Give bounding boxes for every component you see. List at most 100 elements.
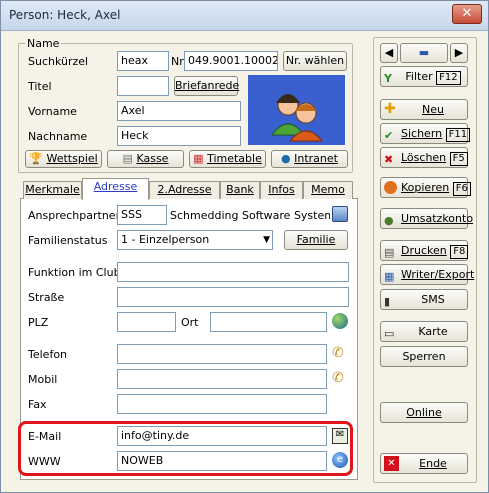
intranet-button[interactable]: ● Intranet [271, 150, 348, 168]
umsatzkonto-label: Umsatzkonto [401, 212, 474, 225]
person-avatar [248, 75, 345, 145]
kasse-button[interactable]: ▤ Kasse [107, 150, 184, 168]
kopieren-shortcut: F6 [452, 182, 471, 196]
trophy-icon: 🏆 [29, 152, 43, 165]
plz-input[interactable] [117, 312, 176, 332]
neu-button[interactable]: ✚ Neu [380, 99, 468, 120]
ende-button[interactable]: ✕ Ende [380, 453, 468, 474]
vorname-label: Vorname [28, 105, 77, 118]
karte-label: Karte [418, 325, 448, 338]
telefon-input[interactable] [117, 344, 327, 364]
timetable-button[interactable]: ▦ Timetable [189, 150, 266, 168]
close-button[interactable]: ✕ [452, 4, 482, 24]
sms-label: SMS [421, 293, 445, 306]
familie-label: Familie [296, 233, 336, 246]
record-navigator-button[interactable]: ▬ [400, 43, 448, 63]
window-title: Person: Heck, Axel [9, 8, 121, 22]
loeschen-shortcut: F5 [449, 152, 468, 166]
writer-export-button[interactable]: ▦ Writer/Export [380, 264, 475, 285]
kopieren-button[interactable]: Kopieren F6 [380, 177, 471, 198]
titel-label: Titel [28, 80, 52, 93]
tab-memo[interactable]: Memo [303, 181, 353, 199]
funktion-input[interactable] [117, 262, 349, 282]
filter-icon: Y [384, 72, 392, 85]
tab-infos[interactable]: Infos [260, 181, 303, 199]
familienstatus-select[interactable]: 1 - Einzelperson ▼ [117, 230, 273, 250]
umsatzkonto-button[interactable]: ● Umsatzkonto [380, 208, 474, 229]
neu-label: Neu [422, 103, 444, 116]
filter-shortcut: F12 [436, 71, 461, 85]
arrow-left-icon: ◀ [384, 46, 394, 59]
delete-icon: ✖ [384, 153, 394, 166]
person-window: Person: Heck, Axel ✕ Name Suchkürzel hea… [0, 0, 489, 493]
writer-export-label: Writer/Export [401, 268, 475, 281]
tab-merkmale[interactable]: Merkmale [23, 181, 82, 199]
calendar-icon: ▦ [193, 152, 204, 165]
printer-icon: ▤ [384, 246, 395, 259]
arrow-right-icon: ▶ [454, 46, 464, 59]
titel-input[interactable] [117, 76, 169, 96]
filter-button[interactable]: Y Filter F12 [380, 66, 468, 87]
cash-icon: ▤ [122, 152, 133, 165]
contact-card-icon[interactable] [332, 206, 348, 222]
nachname-input[interactable]: Heck [117, 126, 241, 146]
exit-icon: ✕ [384, 456, 399, 471]
sichern-label: Sichern [401, 127, 443, 140]
checkmark-icon: ✔ [384, 129, 394, 142]
wettspiel-button[interactable]: 🏆 Wettspiel [25, 150, 102, 168]
close-icon: ✕ [461, 6, 473, 21]
briefanrede-button[interactable]: Briefanrede [174, 76, 239, 96]
drucken-label: Drucken [401, 244, 447, 257]
intranet-label: Intranet [294, 152, 338, 165]
phone-icon[interactable]: ✆ [332, 345, 348, 361]
ansprechpartner-name: Schmedding Software Systeme Gr [170, 209, 330, 222]
mobile-icon: ▮ [384, 295, 391, 308]
kasse-label: Kasse [136, 152, 169, 165]
strasse-label: Straße [28, 291, 65, 304]
tab-2-adresse[interactable]: 2.Adresse [149, 181, 220, 199]
sperren-button[interactable]: Sperren [380, 346, 468, 367]
sichern-button[interactable]: ✔ Sichern F11 [380, 123, 471, 144]
chevron-down-icon: ▼ [263, 235, 270, 245]
karte-button[interactable]: ▭ Karte [380, 321, 468, 342]
filter-label: Filter [405, 70, 433, 83]
previous-button[interactable]: ◀ [380, 43, 398, 63]
nr-input[interactable]: 049.9001.100022 [184, 51, 278, 71]
timetable-label: Timetable [207, 152, 262, 165]
navigator-icon: ▬ [418, 46, 430, 59]
money-icon: ● [384, 214, 394, 227]
sms-button[interactable]: ▮ SMS [380, 289, 468, 310]
tab-adresse[interactable]: Adresse [82, 178, 149, 200]
suchkuerzel-input[interactable]: heax [117, 51, 169, 71]
loeschen-button[interactable]: ✖ Löschen F5 [380, 147, 468, 168]
sichern-shortcut: F11 [445, 128, 471, 142]
nachname-label: Nachname [28, 130, 88, 143]
wettspiel-label: Wettspiel [46, 152, 98, 165]
online-button[interactable]: Online [380, 402, 468, 423]
globe-icon: ● [281, 152, 291, 165]
ansprechpartner-label: Ansprechpartner [28, 209, 121, 222]
mobil-input[interactable] [117, 369, 327, 389]
copy-icon [384, 181, 397, 194]
ansprechpartner-code-input[interactable]: SSS [117, 205, 167, 225]
new-icon: ✚ [384, 101, 396, 117]
familienstatus-label: Familienstatus [28, 234, 108, 247]
mobile-phone-icon[interactable]: ✆ [332, 370, 348, 386]
suchkuerzel-label: Suchkürzel [28, 55, 89, 68]
next-button[interactable]: ▶ [450, 43, 468, 63]
document-icon: ▦ [384, 270, 395, 283]
familie-button[interactable]: Familie [284, 230, 348, 250]
fax-label: Fax [28, 398, 47, 411]
familienstatus-value: 1 - Einzelperson [121, 233, 210, 246]
nr-waehlen-button[interactable]: Nr. wählen [283, 51, 347, 71]
ort-label: Ort [181, 316, 199, 329]
tab-bank[interactable]: Bank [220, 181, 260, 199]
drucken-button[interactable]: ▤ Drucken F8 [380, 240, 469, 261]
fax-input[interactable] [117, 394, 327, 414]
vorname-input[interactable]: Axel [117, 101, 241, 121]
ort-input[interactable] [210, 312, 327, 332]
globe-icon[interactable] [332, 313, 348, 329]
strasse-input[interactable] [117, 287, 349, 307]
drucken-shortcut: F8 [450, 245, 469, 259]
contact-highlight [18, 421, 353, 476]
